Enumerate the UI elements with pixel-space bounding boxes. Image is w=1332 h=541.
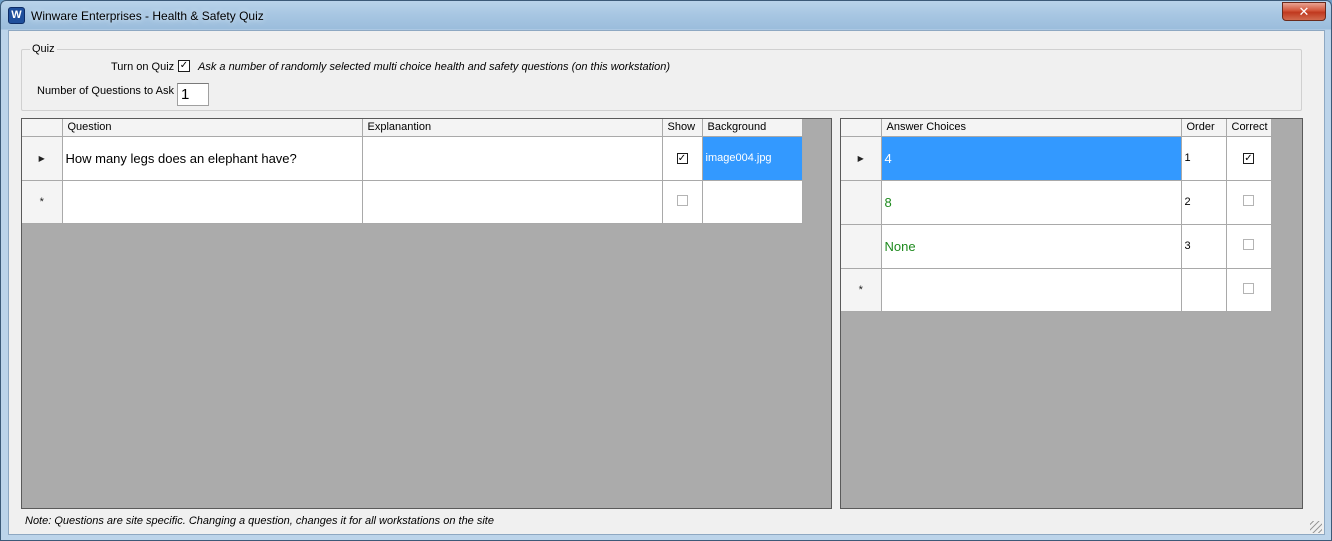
show-cell[interactable]: ✓ (662, 136, 703, 181)
background-cell[interactable] (702, 180, 803, 224)
site-note: Note: Questions are site specific. Chang… (25, 515, 494, 527)
num-questions-label: Number of Questions to Ask (37, 85, 174, 97)
question-cell[interactable] (62, 180, 363, 224)
current-row-arrow-icon: ▶ (857, 154, 864, 163)
new-row[interactable]: * (841, 268, 1272, 312)
answer-cell[interactable]: 4 (881, 136, 1182, 181)
quiz-window: W Winware Enterprises - Health & Safety … (0, 0, 1332, 541)
title-bar[interactable]: W Winware Enterprises - Health & Safety … (1, 1, 1331, 30)
row-header-corner (841, 119, 882, 137)
table-row[interactable]: ▶ 4 1 ✓ (841, 136, 1272, 181)
new-row-star-icon: * (39, 195, 44, 208)
answers-header-row: Answer Choices Order Correct (841, 119, 1272, 137)
answer-cell[interactable] (881, 268, 1182, 312)
correct-cell[interactable] (1226, 268, 1272, 312)
column-header-answer-choices[interactable]: Answer Choices (881, 119, 1182, 137)
column-header-correct[interactable]: Correct (1226, 119, 1272, 137)
order-cell[interactable]: 2 (1181, 180, 1227, 225)
turn-on-quiz-checkbox[interactable]: ✓ (178, 60, 190, 72)
column-header-explanation[interactable]: Explanantion (362, 119, 663, 137)
quiz-group-label: Quiz (30, 43, 57, 55)
current-row-indicator[interactable]: ▶ (841, 136, 882, 181)
correct-checkbox[interactable]: ✓ (1243, 153, 1254, 164)
show-cell[interactable] (662, 180, 703, 224)
current-row-indicator[interactable]: ▶ (22, 136, 63, 181)
app-logo-icon: W (8, 7, 25, 24)
new-row[interactable]: * (22, 180, 803, 224)
answer-cell[interactable]: 8 (881, 180, 1182, 225)
correct-checkbox[interactable] (1243, 239, 1254, 250)
answers-grid[interactable]: Answer Choices Order Correct ▶ 4 1 ✓ 8 2 (840, 118, 1303, 509)
explanation-cell[interactable] (362, 180, 663, 224)
num-questions-input[interactable] (177, 83, 209, 106)
table-row[interactable]: ▶ How many legs does an elephant have? ✓… (22, 136, 803, 181)
window-client: Quiz Turn on Quiz ✓ Ask a number of rand… (8, 30, 1325, 535)
correct-checkbox[interactable] (1243, 195, 1254, 206)
show-checkbox[interactable]: ✓ (676, 153, 688, 164)
correct-checkbox[interactable] (1243, 282, 1254, 294)
column-header-question[interactable]: Question (62, 119, 363, 137)
order-cell[interactable]: 1 (1181, 136, 1227, 181)
correct-cell[interactable]: ✓ (1226, 136, 1272, 181)
show-checkbox[interactable] (676, 194, 688, 206)
row-header[interactable] (841, 180, 882, 225)
table-row[interactable]: None 3 (841, 224, 1272, 269)
explanation-cell[interactable] (362, 136, 663, 181)
quiz-description: Ask a number of randomly selected multi … (198, 61, 671, 73)
order-cell[interactable] (1181, 268, 1227, 312)
question-cell[interactable]: How many legs does an elephant have? (62, 136, 363, 181)
table-row[interactable]: 8 2 (841, 180, 1272, 225)
order-cell[interactable]: 3 (1181, 224, 1227, 269)
row-header[interactable] (841, 224, 882, 269)
resize-grip-icon[interactable] (1310, 521, 1322, 533)
background-cell[interactable]: image004.jpg (702, 136, 803, 181)
answer-cell[interactable]: None (881, 224, 1182, 269)
row-header-corner (22, 119, 63, 137)
close-button[interactable]: ✕ (1282, 2, 1326, 21)
window-title: Winware Enterprises - Health & Safety Qu… (31, 9, 264, 23)
new-row-indicator[interactable]: * (841, 268, 882, 312)
current-row-arrow-icon: ▶ (38, 154, 45, 163)
column-header-show[interactable]: Show (662, 119, 703, 137)
questions-grid[interactable]: Question Explanantion Show Background ▶ … (21, 118, 832, 509)
column-header-background[interactable]: Background (702, 119, 803, 137)
correct-cell[interactable] (1226, 224, 1272, 269)
quiz-groupbox: Quiz Turn on Quiz ✓ Ask a number of rand… (21, 43, 1302, 111)
column-header-order[interactable]: Order (1181, 119, 1227, 137)
questions-header-row: Question Explanantion Show Background (22, 119, 803, 137)
correct-cell[interactable] (1226, 180, 1272, 225)
new-row-star-icon: * (858, 283, 863, 296)
turn-on-quiz-label: Turn on Quiz (111, 61, 175, 73)
new-row-indicator[interactable]: * (22, 180, 63, 224)
